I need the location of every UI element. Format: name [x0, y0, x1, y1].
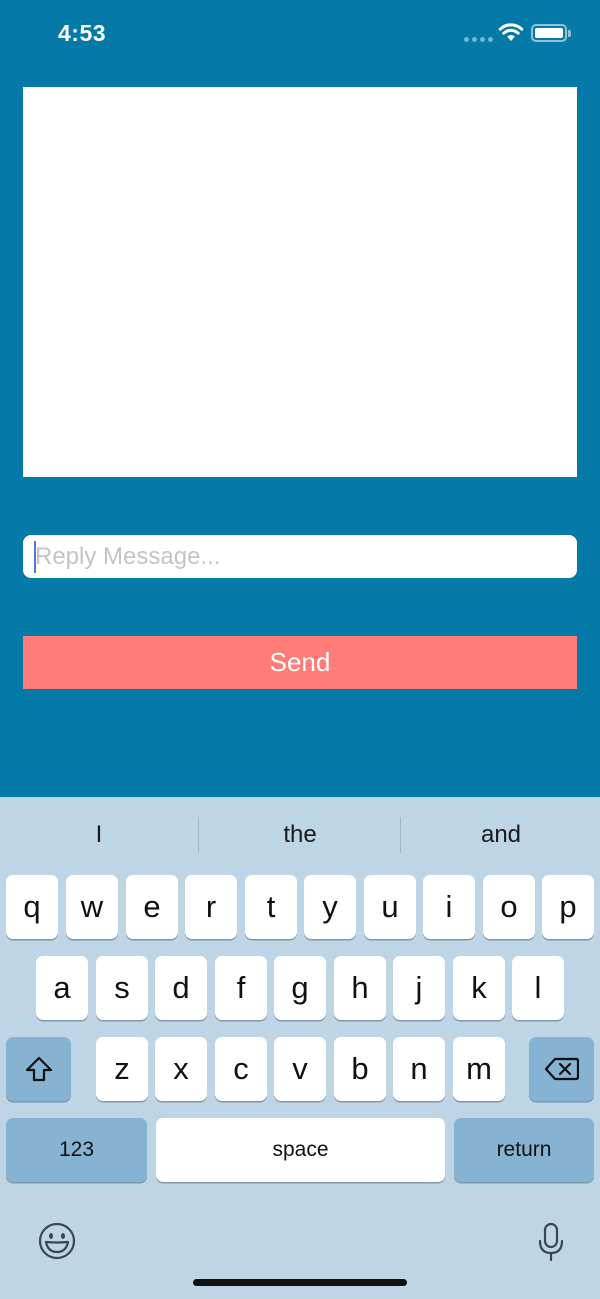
battery-cap [568, 30, 571, 37]
key-l[interactable]: l [512, 956, 564, 1020]
key-r[interactable]: r [185, 875, 237, 939]
key-w[interactable]: w [66, 875, 118, 939]
status-time: 4:53 [58, 20, 107, 46]
keyboard: I the and q w e r t y u i o p a s d f g … [0, 797, 600, 1299]
backspace-icon [544, 1057, 579, 1081]
key-k[interactable]: k [453, 956, 505, 1020]
key-f[interactable]: f [215, 956, 267, 1020]
key-i[interactable]: i [423, 875, 475, 939]
key-g[interactable]: g [274, 956, 326, 1020]
text-cursor [34, 541, 36, 573]
key-x[interactable]: x [155, 1037, 207, 1101]
battery-icon [531, 24, 567, 42]
key-v[interactable]: v [274, 1037, 326, 1101]
key-s[interactable]: s [96, 956, 148, 1020]
suggestion-3[interactable]: and [402, 821, 600, 851]
suggestion-bar: I the and [0, 797, 600, 875]
signal-dots-icon [464, 37, 493, 42]
key-d[interactable]: d [155, 956, 207, 1020]
send-button[interactable]: Send [23, 636, 577, 689]
shift-key[interactable] [6, 1037, 71, 1101]
key-b[interactable]: b [334, 1037, 386, 1101]
key-e[interactable]: e [126, 875, 178, 939]
return-key[interactable]: return [454, 1118, 594, 1182]
suggestion-divider [198, 817, 199, 853]
key-o[interactable]: o [483, 875, 535, 939]
key-c[interactable]: c [215, 1037, 267, 1101]
emoji-icon[interactable] [37, 1221, 77, 1261]
suggestion-1[interactable]: I [0, 821, 198, 851]
key-m[interactable]: m [453, 1037, 505, 1101]
shift-icon [25, 1056, 52, 1082]
space-key[interactable]: space [156, 1118, 445, 1182]
suggestion-2[interactable]: the [201, 821, 399, 851]
backspace-key[interactable] [529, 1037, 594, 1101]
home-indicator[interactable] [193, 1279, 407, 1286]
key-h[interactable]: h [334, 956, 386, 1020]
microphone-icon[interactable] [537, 1222, 565, 1262]
message-display-area [23, 87, 577, 477]
key-q[interactable]: q [6, 875, 58, 939]
suggestion-divider [400, 817, 401, 853]
key-p[interactable]: p [542, 875, 594, 939]
numbers-key[interactable]: 123 [6, 1118, 147, 1182]
wifi-icon [498, 23, 524, 41]
key-n[interactable]: n [393, 1037, 445, 1101]
key-u[interactable]: u [364, 875, 416, 939]
key-z[interactable]: z [96, 1037, 148, 1101]
screen: 4:53 Send I the and q w e r t [0, 0, 600, 1299]
key-a[interactable]: a [36, 956, 88, 1020]
key-y[interactable]: y [304, 875, 356, 939]
key-j[interactable]: j [393, 956, 445, 1020]
key-t[interactable]: t [245, 875, 297, 939]
status-bar: 4:53 [0, 0, 600, 66]
reply-message-input[interactable] [23, 535, 577, 578]
